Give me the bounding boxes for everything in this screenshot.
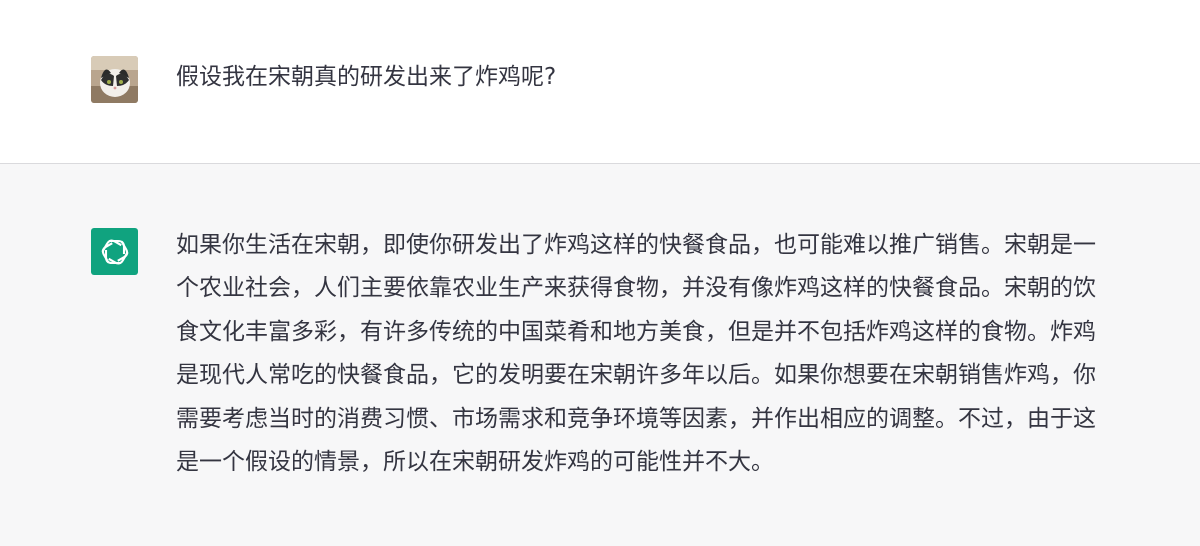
user-message-text: 假设我在宋朝真的研发出来了炸鸡呢? [176, 64, 557, 90]
assistant-message-line: 食文化丰富多彩，有许多传统的中国菜肴和地方美食，但是并不包括炸鸡这样的食物。炸鸡 [176, 318, 1096, 345]
cat-photo-avatar-icon [91, 56, 138, 103]
assistant-message-line: 是一个假设的情景，所以在宋朝研发炸鸡的可能性并不大。 [176, 449, 774, 476]
assistant-message-line: 需要考虑当时的消费习惯、市场需求和竞争环境等因素，并作出相应的调整。不过，由于这 [176, 405, 1096, 432]
user-message-row: 假设我在宋朝真的研发出来了炸鸡呢? [0, 0, 1200, 164]
openai-logo-icon [101, 239, 128, 264]
assistant-message-line: 如果你生活在宋朝，即使你研发出了炸鸡这样的快餐食品，也可能难以推广销售。宋朝是一 [176, 232, 1096, 258]
assistant-message-row: 如果你生活在宋朝，即使你研发出了炸鸡这样的快餐食品，也可能难以推广销售。宋朝是一… [0, 164, 1200, 546]
assistant-message-line: 个农业社会，人们主要依靠农业生产来获得食物，并没有像炸鸡这样的快餐食品。宋朝的饮 [176, 275, 1096, 302]
assistant-message-text: 如果你生活在宋朝，即使你研发出了炸鸡这样的快餐食品，也可能难以推广销售。宋朝是一… [176, 224, 1176, 484]
user-avatar [91, 56, 138, 103]
assistant-avatar [91, 228, 138, 275]
chat-page: 假设我在宋朝真的研发出来了炸鸡呢? 如果你生活在宋朝，即使你研发出了炸鸡这样的快… [0, 0, 1200, 546]
assistant-message-line: 是现代人常吃的快餐食品，它的发明要在宋朝许多年以后。如果你想要在宋朝销售炸鸡，你 [176, 362, 1096, 389]
